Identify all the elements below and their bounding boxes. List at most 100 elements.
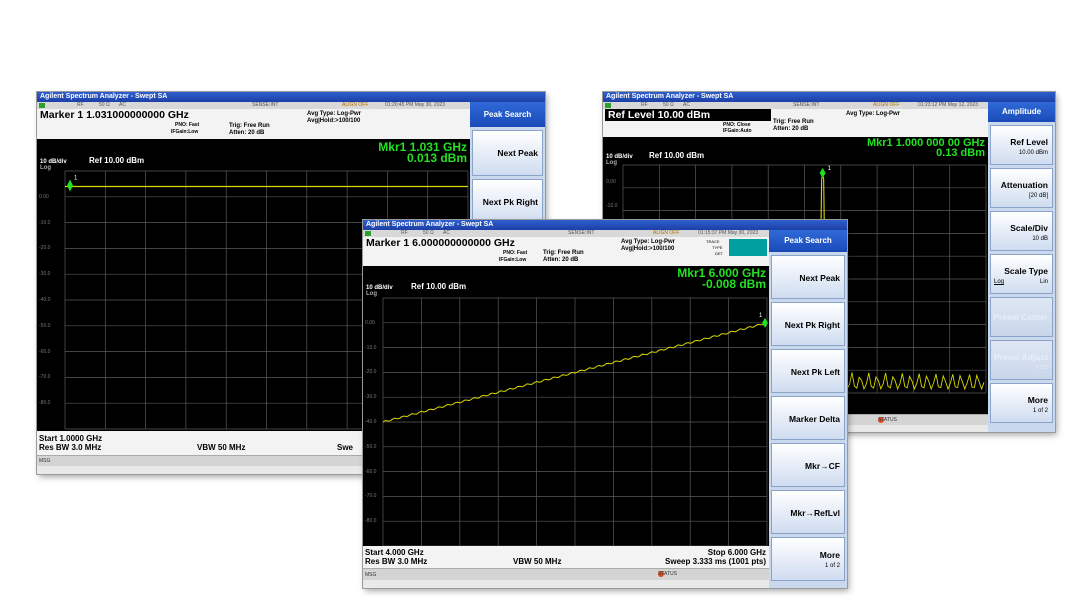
spectrum-plot[interactable]: Mkr1 6.000 GHz -0.008 dBm 10 dB/div Log … (363, 266, 769, 548)
status-row: RF 50 Ω AC SENSE:INT ALIGN OFF 01:23:12 … (603, 102, 988, 109)
vbw: VBW 50 MHz (513, 557, 562, 566)
y-tick-label: 0.00 (606, 179, 616, 185)
y-tick-label: -60.0 (39, 348, 51, 355)
msg-label: MSG (39, 458, 51, 464)
connection-icon (365, 231, 371, 236)
softkey-menu-title: Amplitude (988, 102, 1055, 122)
start-freq: Start 4.000 GHz (365, 548, 424, 557)
status-row: RF 50 Ω AC SENSE:INT ALIGN OFF 01:20:45 … (37, 102, 470, 109)
trace-indicator (729, 239, 767, 256)
y-tick-label: -60.0 (365, 468, 377, 475)
softkey-presel-center[interactable]: Presel Center (990, 297, 1053, 337)
softkey-label: Presel Adjust (993, 352, 1048, 362)
status-row: RF 50 Ω AC SENSE:INT ALIGN OFF 01:15:37 … (363, 230, 769, 237)
marker-number: 1 (74, 175, 78, 181)
y-tick-label: -20.0 (39, 245, 51, 252)
y-tick-label: -70.0 (365, 493, 377, 500)
softkey-presel-adjust[interactable]: Presel Adjust 0 Hz (990, 340, 1053, 380)
y-tick-label: 0.00 (365, 319, 375, 326)
softkey-next-pk-left[interactable]: Next Pk Left (771, 349, 845, 393)
avg-type: Avg Type: Log-Pwr (307, 111, 361, 117)
atten-setting: Atten: 20 dB (773, 126, 809, 132)
softkey-option-log: Log (994, 279, 1005, 285)
softkey-value: 0 Hz (1035, 365, 1048, 371)
atten-setting: Atten: 20 dB (229, 130, 265, 136)
softkey-marker-delta[interactable]: Marker Delta (771, 396, 845, 440)
connection-icon (605, 103, 611, 108)
res-bw: Res BW 3.0 MHz (39, 443, 102, 452)
rf-label: RF (401, 230, 408, 236)
res-bw: Res BW 3.0 MHz (365, 557, 428, 566)
softkey-next-pk-right[interactable]: Next Pk Right (771, 302, 845, 346)
softkey-label: Next Peak (799, 273, 840, 283)
start-freq: Start 1.0000 GHz (39, 434, 103, 443)
softkey-value: [20 dB] (1028, 193, 1048, 199)
softkey-menu-title: Peak Search (769, 230, 847, 252)
softkey-value: 10.00 dBm (1018, 150, 1048, 156)
softkey-scale-div[interactable]: Scale/Div 10 dB (990, 211, 1053, 251)
header-panel: Marker 1 1.031000000000 GHz PNO: Fast IF… (37, 109, 470, 139)
softkey-label: More (1027, 395, 1048, 405)
align-warning: ALIGN OFF (873, 102, 900, 108)
sense-label: SENSE:INT (568, 230, 595, 236)
pno-setting: PNO: Fast (175, 122, 200, 128)
softkey-ref-level[interactable]: Ref Level 10.00 dBm (990, 125, 1053, 165)
softkey-label: Next Pk Right (784, 320, 840, 330)
softkey-value: 10 dB (1032, 236, 1048, 242)
coupling-label: AC (683, 102, 690, 108)
softkey-more[interactable]: More 1 of 2 (771, 537, 845, 581)
softkey-value: 1 of 2 (1032, 408, 1048, 414)
softkey-value: 1 of 2 (824, 563, 840, 569)
avg-hold: Avg|Hold:>100/100 (621, 246, 675, 252)
y-tick-label: -70.0 (39, 374, 51, 381)
y-tick-label: -30.0 (365, 394, 377, 401)
y-tick-label: -80.0 (365, 518, 377, 525)
coupling-label: AC (119, 102, 126, 108)
softkey-more[interactable]: More 1 of 2 (990, 383, 1053, 423)
y-tick-label: 0.00 (39, 193, 49, 200)
softkey-label: Scale Type (1004, 266, 1048, 276)
softkey-label: Next Pk Right (482, 197, 538, 207)
softkey-next-peak[interactable]: Next Peak (472, 130, 543, 176)
footer: Start 4.000 GHz Stop 6.000 GHz Res BW 3.… (363, 546, 769, 568)
softkey-option-lin: Lin (1039, 279, 1048, 285)
y-tick-label: -10.0 (39, 219, 51, 226)
y-tick-label: -20.0 (365, 369, 377, 376)
softkey-label: Mkr→RefLvl (790, 508, 840, 518)
center-trace-svg: 1 (382, 297, 768, 547)
y-tick-label: -10.0 (606, 203, 618, 209)
softkey-label: Next Peak (497, 148, 538, 158)
softkey-label: Mkr→CF (805, 461, 840, 471)
softkey-attenuation[interactable]: Attenuation [20 dB] (990, 168, 1053, 208)
softkey-panel: Amplitude Ref Level 10.00 dBm Attenuation… (988, 102, 1055, 432)
y-tick-label: -40.0 (365, 419, 377, 425)
trigger-setting: Trig: Free Run (543, 250, 584, 256)
timestamp: 01:20:45 PM May 30, 2023 (385, 102, 446, 108)
timestamp: 01:15:37 PM May 30, 2023 (698, 230, 759, 236)
status-label: STATUS (658, 571, 677, 577)
softkey-next-peak[interactable]: Next Peak (771, 255, 845, 299)
softkey-next-pk-right[interactable]: Next Pk Right (472, 179, 543, 225)
avg-hold: Avg|Hold:>100/100 (307, 118, 361, 124)
softkey-label: Marker Delta (788, 414, 840, 424)
det-label: DET (715, 251, 723, 256)
sweep-label: Sweep 3.333 ms (1001 pts) (665, 557, 766, 566)
msg-label: MSG (365, 572, 377, 578)
softkey-mkr-reflvl[interactable]: Mkr→RefLvl (771, 490, 845, 534)
softkey-scale-type[interactable]: Scale Type Log Lin (990, 254, 1053, 294)
trigger-setting: Trig: Free Run (773, 119, 814, 125)
avg-type: Avg Type: Log-Pwr (846, 111, 900, 117)
message-bar: MSG STATUS (363, 568, 769, 580)
y-tick-label: -50.0 (39, 322, 51, 329)
y-tick-label: -40.0 (39, 297, 51, 303)
y-tick-label: -10.0 (365, 344, 377, 351)
center-analyzer-window: Agilent Spectrum Analyzer - Swept SA RF … (363, 220, 847, 588)
softkey-label: Presel Center (993, 312, 1048, 322)
header-panel: Ref Level 10.00 dBm PNO: Close IFGain:Au… (603, 109, 988, 137)
marker-line: Marker 1 1.031000000000 GHz (40, 109, 189, 121)
coupling-label: AC (443, 230, 450, 236)
rf-label: RF (641, 102, 648, 108)
align-warning: ALIGN OFF (653, 230, 680, 236)
window-title: Agilent Spectrum Analyzer - Swept SA (37, 92, 545, 102)
softkey-mkr-cf[interactable]: Mkr→CF (771, 443, 845, 487)
